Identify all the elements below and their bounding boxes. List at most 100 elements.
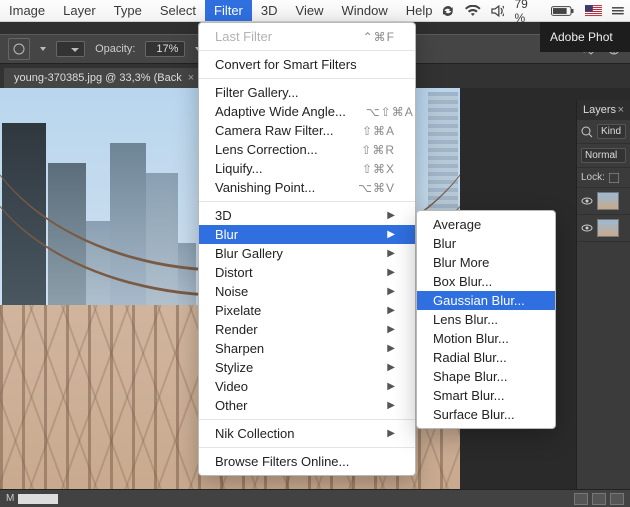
menu-view[interactable]: View: [287, 0, 333, 21]
menu-item-label: Vanishing Point...: [215, 180, 315, 195]
menu-separator: [199, 201, 415, 202]
submenu-item-radial-blur[interactable]: Radial Blur...: [417, 348, 555, 367]
submenu-item-lens-blur[interactable]: Lens Blur...: [417, 310, 555, 329]
status-right: [574, 493, 630, 505]
menu-filter[interactable]: Filter: [205, 0, 252, 21]
menu-item-label: Blur: [215, 227, 238, 242]
mode-select[interactable]: [56, 41, 85, 57]
panel-title: Layers: [583, 104, 616, 116]
submenu-item-blur-more[interactable]: Blur More: [417, 253, 555, 272]
status-icon[interactable]: [592, 493, 606, 505]
menu-item-render[interactable]: Render▶: [199, 320, 415, 339]
status-icon[interactable]: [574, 493, 588, 505]
brush-icon: [12, 42, 26, 56]
chevron-down-icon[interactable]: [40, 44, 46, 54]
filter-menu[interactable]: Last Filter ⌃⌘F Convert for Smart Filter…: [198, 22, 416, 476]
opacity-value[interactable]: 17%: [145, 41, 185, 57]
menu-separator: [199, 78, 415, 79]
menu-item-label: Noise: [215, 284, 248, 299]
layer-thumbnail[interactable]: [597, 219, 619, 237]
menu-item-filter-gallery[interactable]: Filter Gallery...: [199, 83, 415, 102]
status-bar: M: [0, 489, 630, 507]
menu-item-3d[interactable]: 3D▶: [199, 206, 415, 225]
status-segment: [18, 494, 58, 504]
layers-panel[interactable]: Layers× Kind Normal Lock:: [576, 100, 630, 489]
menu-item-label: Stylize: [215, 360, 253, 375]
submenu-arrow-icon: ▶: [387, 248, 395, 259]
menu-select[interactable]: Select: [151, 0, 205, 21]
layers-kind-row[interactable]: Kind: [577, 120, 630, 144]
submenu-item-smart-blur[interactable]: Smart Blur...: [417, 386, 555, 405]
menu-item-distort[interactable]: Distort▶: [199, 263, 415, 282]
menu-item-label: Camera Raw Filter...: [215, 123, 333, 138]
shortcut: ⇧⌘X: [362, 162, 395, 176]
menu-item-convert-smart[interactable]: Convert for Smart Filters: [199, 55, 415, 74]
menu-item-liquify[interactable]: Liquify...⇧⌘X: [199, 159, 415, 178]
menu-item-pixelate[interactable]: Pixelate▶: [199, 301, 415, 320]
menu-item-camera-raw[interactable]: Camera Raw Filter...⇧⌘A: [199, 121, 415, 140]
menu-item-label: Blur Gallery: [215, 246, 283, 261]
menu-item-browse-online[interactable]: Browse Filters Online...: [199, 452, 415, 471]
menu-item-stylize[interactable]: Stylize ▶: [199, 358, 415, 377]
menu-item-lens-correction[interactable]: Lens Correction...⇧⌘R: [199, 140, 415, 159]
blur-submenu[interactable]: Average Blur Blur More Box Blur... Gauss…: [416, 210, 556, 429]
menu-item-label: Blur: [433, 236, 456, 251]
menu-extra-icon: [612, 5, 624, 17]
menu-item-label: Lens Blur...: [433, 312, 498, 327]
menu-3d[interactable]: 3D: [252, 0, 287, 21]
submenu-arrow-icon: ▶: [387, 381, 395, 392]
document-tab[interactable]: young-370385.jpg @ 33,3% (Back ×: [4, 68, 204, 88]
kind-field[interactable]: Kind: [597, 124, 626, 139]
menu-item-label: Sharpen: [215, 341, 264, 356]
layer-row[interactable]: [577, 215, 630, 242]
menu-image[interactable]: Image: [0, 0, 54, 21]
submenu-item-motion-blur[interactable]: Motion Blur...: [417, 329, 555, 348]
app-title: Adobe Phot: [550, 30, 613, 44]
menu-separator: [199, 419, 415, 420]
submenu-arrow-icon: ▶: [387, 428, 395, 439]
submenu-item-box-blur[interactable]: Box Blur...: [417, 272, 555, 291]
document-tab-title: young-370385.jpg @ 33,3% (Back: [14, 72, 182, 84]
eye-icon[interactable]: [581, 222, 593, 234]
lock-label: Lock:: [581, 172, 605, 183]
menu-help[interactable]: Help: [397, 0, 442, 21]
submenu-item-shape-blur[interactable]: Shape Blur...: [417, 367, 555, 386]
menu-layer[interactable]: Layer: [54, 0, 105, 21]
layers-mode-row[interactable]: Normal: [577, 144, 630, 168]
menu-item-vanishing-point[interactable]: Vanishing Point... ⌥⌘V: [199, 178, 415, 197]
close-tab-icon[interactable]: ×: [188, 72, 194, 84]
eye-icon[interactable]: [581, 195, 593, 207]
lock-transparent-icon[interactable]: [609, 173, 619, 183]
submenu-item-surface-blur[interactable]: Surface Blur...: [417, 405, 555, 424]
menu-item-other[interactable]: Other▶: [199, 396, 415, 415]
menu-window[interactable]: Window: [332, 0, 396, 21]
menu-item-nik[interactable]: Nik Collection▶: [199, 424, 415, 443]
submenu-item-gaussian-blur[interactable]: Gaussian Blur...: [417, 291, 555, 310]
layers-header[interactable]: Layers×: [577, 100, 630, 120]
menu-item-label: Gaussian Blur...: [433, 293, 525, 308]
layer-row[interactable]: [577, 188, 630, 215]
menu-item-label: Radial Blur...: [433, 350, 507, 365]
close-icon[interactable]: ×: [618, 104, 624, 116]
menu-item-noise[interactable]: Noise ▶: [199, 282, 415, 301]
submenu-arrow-icon: ▶: [387, 362, 395, 373]
menu-item-adaptive-wide-angle[interactable]: Adaptive Wide Angle...⌥⇧⌘A: [199, 102, 415, 121]
submenu-item-blur[interactable]: Blur: [417, 234, 555, 253]
submenu-arrow-icon: ▶: [387, 286, 395, 297]
menu-item-label: Convert for Smart Filters: [215, 57, 357, 72]
status-icon[interactable]: [610, 493, 624, 505]
shortcut: ⌥⌘V: [358, 181, 395, 195]
menu-item-label: Browse Filters Online...: [215, 454, 349, 469]
submenu-item-average[interactable]: Average: [417, 215, 555, 234]
menu-item-sharpen[interactable]: Sharpen▶: [199, 339, 415, 358]
menu-type[interactable]: Type: [105, 0, 151, 21]
layer-thumbnail[interactable]: [597, 192, 619, 210]
menu-item-video[interactable]: Video ▶: [199, 377, 415, 396]
submenu-arrow-icon: ▶: [387, 324, 395, 335]
blend-mode-select[interactable]: Normal: [581, 148, 626, 163]
menu-item-label: Video: [215, 379, 248, 394]
menu-item-blur-gallery[interactable]: Blur Gallery ▶: [199, 244, 415, 263]
layers-lock-row: Lock:: [577, 168, 630, 188]
menu-item-blur[interactable]: Blur▶: [199, 225, 415, 244]
tool-preset[interactable]: [8, 38, 30, 60]
